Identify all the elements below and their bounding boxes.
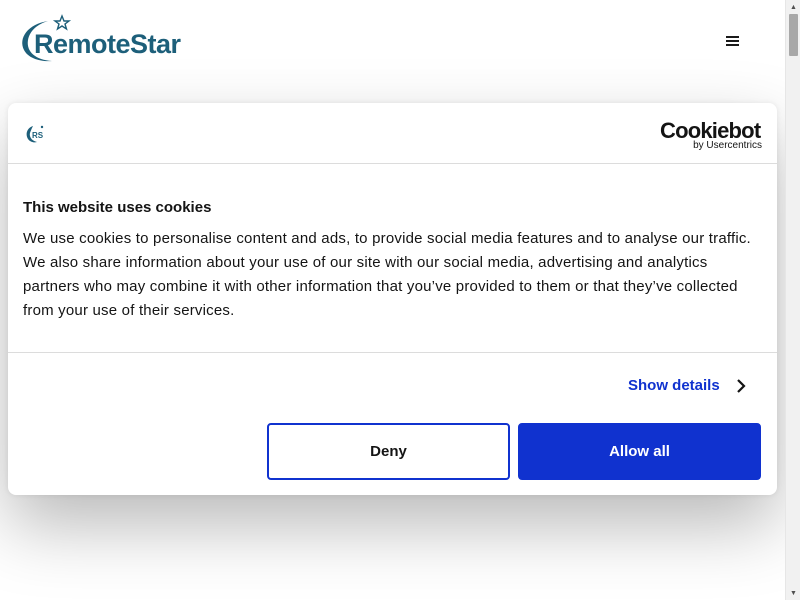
svg-text:RS: RS xyxy=(32,131,44,140)
dialog-body: This website uses cookies We use cookies… xyxy=(8,164,777,353)
page-scrollbar[interactable]: ▲ ▼ xyxy=(785,0,800,600)
dialog-description: We use cookies to personalise content an… xyxy=(23,230,751,319)
dialog-header: RS Cookiebot by Usercentrics xyxy=(8,103,777,164)
cookiebot-subtitle: by Usercentrics xyxy=(693,140,762,151)
logo-text: RemoteStar xyxy=(34,29,181,59)
scroll-down-arrow-icon[interactable]: ▼ xyxy=(786,586,800,600)
cookie-consent-dialog: RS Cookiebot by Usercentrics This websit… xyxy=(8,103,777,495)
show-details-label: Show details xyxy=(628,377,720,394)
remotestar-logo[interactable]: RemoteStar xyxy=(18,14,188,66)
scrollbar-thumb[interactable] xyxy=(789,14,798,56)
show-details-link[interactable]: Show details xyxy=(628,377,746,394)
allow-all-button[interactable]: Allow all xyxy=(518,423,761,480)
dialog-title: This website uses cookies xyxy=(23,199,212,216)
scroll-up-arrow-icon[interactable]: ▲ xyxy=(786,0,800,14)
rs-logo-icon: RS xyxy=(26,125,44,143)
deny-button[interactable]: Deny xyxy=(267,423,510,480)
hamburger-menu-icon[interactable] xyxy=(722,32,744,50)
chevron-right-icon xyxy=(736,378,746,393)
cookiebot-logo[interactable]: Cookiebot by Usercentrics xyxy=(660,118,764,152)
page: RemoteStar RS Cookiebot by Usercentrics … xyxy=(0,0,785,600)
site-header: RemoteStar xyxy=(0,0,785,80)
